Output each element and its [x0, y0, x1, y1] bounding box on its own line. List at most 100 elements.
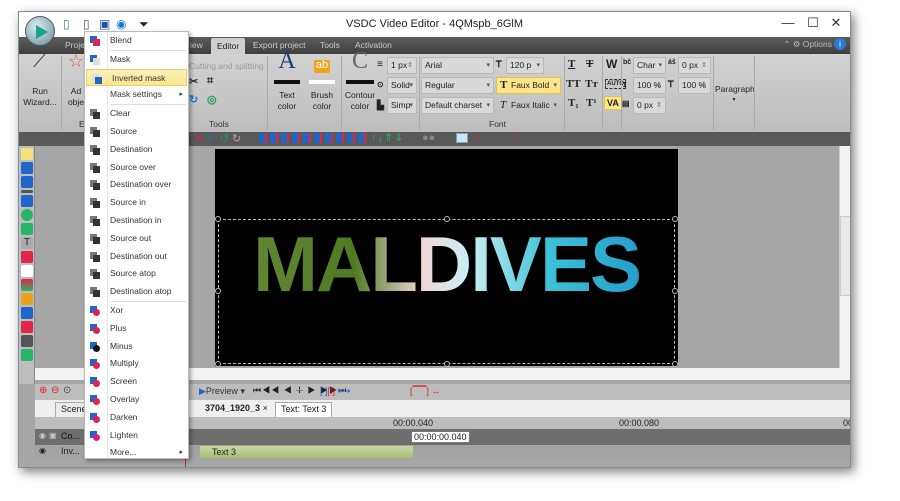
template-icon[interactable]: [456, 133, 468, 143]
resize-handle[interactable]: [215, 216, 221, 222]
tab-tools[interactable]: Tools: [320, 40, 340, 50]
menu-item-clear[interactable]: Clear: [85, 105, 188, 123]
faux-bold-button[interactable]: T Faux Bold ▾: [496, 77, 561, 94]
menu-item-lighten[interactable]: Lighten: [85, 427, 188, 445]
subscript-icon[interactable]: T₁: [568, 97, 579, 109]
text-color-button[interactable]: A Text color: [271, 49, 303, 112]
collapse-icon[interactable]: ⌃: [783, 39, 790, 49]
resize-handle[interactable]: [444, 361, 450, 367]
zoom-in-icon[interactable]: ⊕: [39, 385, 47, 396]
menu-item-more[interactable]: More... ▸: [85, 444, 188, 462]
menu-item-destination-in[interactable]: Destination in: [85, 212, 188, 230]
menu-item-blend[interactable]: Blend: [85, 32, 188, 50]
pointer-icon[interactable]: [21, 148, 33, 160]
menu-item-source-atop[interactable]: Source atop: [85, 265, 188, 283]
resize-handle[interactable]: [672, 216, 678, 222]
scroll-thumb[interactable]: [840, 216, 850, 296]
vertical-scrollbar[interactable]: [839, 146, 850, 368]
rectangle-icon[interactable]: [21, 195, 33, 207]
crop-icon[interactable]: ⌗: [207, 75, 213, 88]
strikethrough-icon[interactable]: T: [586, 58, 593, 70]
resize-handle[interactable]: [215, 361, 221, 367]
tab-projects[interactable]: Proje: [65, 40, 85, 50]
chart-icon[interactable]: [21, 279, 33, 291]
split-icon[interactable]: ✂: [189, 75, 198, 88]
delete-icon[interactable]: ✕: [194, 132, 203, 145]
zoom-fit-icon[interactable]: ⊙: [63, 385, 71, 396]
menu-item-source-in[interactable]: Source in: [85, 194, 188, 212]
underline-icon[interactable]: T: [568, 58, 575, 70]
visibility-icon[interactable]: ◉: [39, 446, 46, 455]
resize-handle[interactable]: [672, 361, 678, 367]
circle-icon[interactable]: ○: [207, 132, 214, 144]
photo-icon[interactable]: [21, 307, 33, 319]
menu-item-destination-over[interactable]: Destination over: [85, 176, 188, 194]
group-icons[interactable]: ●●: [422, 132, 435, 144]
menu-item-screen[interactable]: Screen: [85, 373, 188, 391]
text-icon[interactable]: T: [21, 237, 33, 249]
marker-icons[interactable]: [ ][I] ⟷: [320, 386, 350, 397]
line-icon[interactable]: [21, 190, 33, 193]
ellipse-icon[interactable]: [21, 209, 33, 221]
magnet-icon[interactable]: ∩: [474, 132, 481, 143]
tab-text-object[interactable]: Text: Text 3: [275, 402, 333, 417]
app-logo[interactable]: [25, 16, 55, 46]
line-join-dropdown[interactable]: Simp ▾: [387, 97, 417, 114]
bubble-icon[interactable]: [21, 265, 33, 277]
undo-icon[interactable]: ↺: [220, 132, 229, 145]
maximize-button[interactable]: ☐: [801, 15, 825, 31]
tab-view[interactable]: iew: [190, 40, 203, 50]
menu-item-source[interactable]: Source: [85, 123, 188, 141]
preview-button[interactable]: ▶Preview ▾: [199, 386, 245, 397]
menu-item-mask-settings[interactable]: Mask settings ▸: [85, 86, 188, 104]
menu-item-minus[interactable]: Minus: [85, 338, 188, 356]
resize-handle[interactable]: [672, 288, 678, 294]
kerning-icon[interactable]: VA: [604, 96, 622, 110]
menu-item-xor[interactable]: Xor: [85, 302, 188, 320]
font-style-dropdown[interactable]: Regular ▾: [421, 77, 494, 94]
paragraph-button[interactable]: Paragraph ▾: [715, 84, 755, 106]
effects-icon[interactable]: ◎: [207, 93, 217, 106]
info-icon[interactable]: i: [834, 38, 846, 50]
split-marker-icons[interactable]: [▔▔] ↔: [410, 386, 440, 397]
scale-v-field[interactable]: 100 % ⇳: [678, 77, 711, 94]
rotate-icon[interactable]: ↻: [189, 93, 198, 106]
faux-italic-button[interactable]: T Faux Italic ▾: [496, 97, 561, 114]
close-tab-icon[interactable]: ×: [263, 403, 268, 413]
visibility-icon[interactable]: ◉: [39, 431, 46, 440]
menu-item-inverted-mask[interactable]: Inverted mask: [86, 68, 187, 87]
resize-handle[interactable]: [215, 288, 221, 294]
charset-dropdown[interactable]: Default charset ▾: [421, 97, 494, 114]
wrap-text-icon[interactable]: W: [606, 57, 617, 71]
audio-icon[interactable]: [21, 321, 33, 333]
resize-handle[interactable]: [444, 216, 450, 222]
sprite-icon[interactable]: [21, 293, 33, 305]
line-width-field[interactable]: 1 px ⇳: [387, 57, 417, 74]
contour-color-button[interactable]: C Contour color: [343, 49, 377, 112]
line-style-dropdown[interactable]: Solid ▾: [387, 77, 417, 94]
char-spacing-field[interactable]: 0 px ⇳: [678, 57, 711, 74]
menu-item-destination[interactable]: Destination: [85, 141, 188, 159]
font-size-field[interactable]: 120 p ▾: [506, 57, 544, 74]
redo-icon[interactable]: ↻: [232, 132, 241, 145]
char-mode-dropdown[interactable]: Char ▾: [633, 57, 666, 74]
video-preview[interactable]: MALDIVES: [215, 149, 678, 367]
small-caps-icon[interactable]: Tт: [585, 78, 598, 90]
menu-item-destination-atop[interactable]: Destination atop: [85, 283, 188, 301]
text-clip[interactable]: Text 3: [200, 446, 413, 458]
all-caps-icon[interactable]: TT: [566, 78, 581, 90]
menu-item-destination-out[interactable]: Destination out: [85, 248, 188, 266]
video-icon[interactable]: [21, 162, 33, 174]
freeform-icon[interactable]: [21, 223, 33, 235]
menu-item-multiply[interactable]: Multiply: [85, 355, 188, 373]
superscript-icon[interactable]: T¹: [586, 97, 597, 109]
pencil-icon[interactable]: ⟋: [509, 132, 516, 143]
menu-item-source-out[interactable]: Source out: [85, 230, 188, 248]
run-wizard-button[interactable]: ⟋ Run Wizard...: [23, 51, 57, 108]
selection-box[interactable]: [215, 216, 678, 367]
brush-color-button[interactable]: ab Brush color: [306, 56, 338, 112]
tab-editor[interactable]: Editor: [211, 38, 246, 54]
baseline-field[interactable]: 0 px ⇳: [633, 97, 666, 114]
menu-item-source-over[interactable]: Source over: [85, 159, 188, 177]
menu-item-mask[interactable]: Mask: [85, 51, 188, 69]
